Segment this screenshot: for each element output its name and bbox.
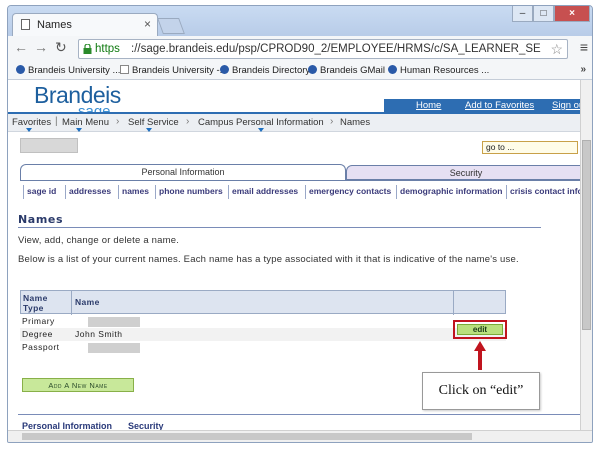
browser-shell: Names × – □ × ← → ↻ https ://sage.brande…: [7, 5, 593, 443]
description-text: Below is a list of your current names. E…: [18, 254, 519, 265]
subnav-emergency-contacts[interactable]: emergency contacts: [305, 185, 394, 199]
brandeis-icon: [16, 65, 25, 74]
breadcrumb-main-menu[interactable]: Main Menu: [62, 117, 109, 128]
brandeis-icon: [388, 65, 397, 74]
bookmark-item[interactable]: Brandeis University ...: [16, 65, 120, 76]
bookmark-item[interactable]: Brandeis University -...: [120, 65, 228, 76]
horizontal-scrollbar[interactable]: [8, 430, 592, 442]
subnav-sage-id[interactable]: sage id: [23, 185, 59, 199]
url-text: ://sage.brandeis.edu/psp/CPROD90_2/EMPLO…: [131, 43, 541, 55]
home-link[interactable]: Home: [416, 100, 441, 111]
chevron-right-icon: ›: [186, 116, 190, 127]
breadcrumb-campus-personal-information[interactable]: Campus Personal Information: [198, 117, 324, 128]
page-icon: [21, 19, 30, 30]
column-header-name: Name: [75, 297, 100, 307]
brandeis-icon: [308, 65, 317, 74]
tab-title: Names: [37, 19, 72, 31]
bookmark-item[interactable]: Human Resources ...: [388, 65, 489, 76]
divider: [18, 227, 541, 228]
table-header: Name Type Name: [20, 290, 506, 315]
redacted-name: [88, 343, 140, 353]
new-tab-button[interactable]: [157, 18, 185, 34]
edit-button[interactable]: edit: [457, 324, 503, 335]
bookmarks-bar: Brandeis University ... Brandeis Univers…: [8, 62, 592, 80]
back-icon[interactable]: ←: [14, 39, 28, 55]
name-type-cell: Primary: [22, 316, 55, 326]
column-divider: [71, 291, 72, 315]
divider: [18, 414, 584, 415]
scroll-thumb[interactable]: [22, 433, 472, 440]
nav-bar: ← → ↻ https ://sage.brandeis.edu/psp/CPR…: [8, 36, 592, 62]
page-title: Names: [18, 213, 64, 226]
table-row: Primary: [20, 315, 506, 328]
menu-icon[interactable]: ≡: [580, 39, 588, 55]
chevron-right-icon: ›: [116, 116, 120, 127]
add-to-favorites-link[interactable]: Add to Favorites: [465, 100, 534, 111]
reload-icon[interactable]: ↻: [55, 39, 67, 56]
dropdown-arrow-icon: [146, 128, 152, 132]
breadcrumb: Favorites | Main Menu › Self Service › C…: [8, 114, 592, 132]
url-scheme: https: [95, 43, 120, 55]
dropdown-arrow-icon: [26, 128, 32, 132]
subnav-demographic-information[interactable]: demographic information: [396, 185, 505, 199]
name-type-cell: Passport: [22, 342, 60, 352]
lock-icon: [83, 44, 92, 54]
column-header-name-type: Name Type: [23, 293, 48, 313]
subnav-phone-numbers[interactable]: phone numbers: [155, 185, 226, 199]
table-row: Degree John Smith: [20, 328, 506, 341]
tab-personal-information[interactable]: Personal Information: [20, 164, 346, 180]
breadcrumb-self-service[interactable]: Self Service: [128, 117, 179, 128]
add-new-name-button[interactable]: Add A New Name: [22, 378, 134, 392]
minimize-icon[interactable]: –: [512, 6, 533, 22]
brandeis-icon: [220, 65, 229, 74]
browser-window: Names × – □ × ← → ↻ https ://sage.brande…: [0, 0, 600, 452]
bookmark-item[interactable]: Brandeis GMail: [308, 65, 385, 76]
intro-text: View, add, change or delete a name.: [18, 235, 180, 246]
bookmark-item[interactable]: Brandeis Directory: [220, 65, 310, 76]
vertical-scrollbar[interactable]: [580, 80, 592, 432]
sub-navigation: sage id addresses names phone numbers em…: [20, 180, 586, 202]
breadcrumb-names: Names: [340, 117, 371, 128]
address-bar[interactable]: https ://sage.brandeis.edu/psp/CPROD90_2…: [78, 39, 568, 59]
close-tab-icon[interactable]: ×: [144, 17, 151, 31]
window-controls: – □ ×: [512, 6, 590, 22]
instruction-callout: Click on “edit”: [422, 372, 540, 410]
forward-icon[interactable]: →: [34, 39, 48, 55]
subnav-crisis-contact-info[interactable]: crisis contact info: [506, 185, 586, 199]
column-divider: [453, 291, 454, 315]
page-icon: [120, 65, 129, 74]
table-row: Passport: [20, 341, 506, 354]
bookmark-star-icon[interactable]: ☆: [550, 41, 563, 58]
redacted-name: [88, 317, 140, 327]
close-window-icon[interactable]: ×: [554, 6, 590, 22]
name-cell: John Smith: [75, 329, 123, 339]
scroll-thumb[interactable]: [582, 140, 591, 330]
name-type-cell: Degree: [22, 329, 53, 339]
tab-strip: Names × – □ ×: [8, 6, 592, 36]
arrow-stem: [478, 350, 482, 370]
page-viewport: Brandeis sage Home Add to Favorites Sign…: [8, 80, 592, 432]
dropdown-arrow-icon: [258, 128, 264, 132]
maximize-icon[interactable]: □: [533, 6, 554, 22]
subnav-names[interactable]: names: [118, 185, 152, 199]
breadcrumb-favorites[interactable]: Favorites: [12, 117, 51, 128]
bookmarks-more-icon[interactable]: »: [580, 64, 586, 75]
separator: |: [55, 116, 58, 127]
subnav-email-addresses[interactable]: email addresses: [228, 185, 301, 199]
hidden-button[interactable]: [20, 138, 78, 153]
go-to-select[interactable]: go to ...: [482, 141, 578, 154]
tab-security[interactable]: Security: [346, 165, 586, 180]
chevron-right-icon: ›: [330, 116, 334, 127]
tab-names[interactable]: Names ×: [12, 13, 158, 36]
dropdown-arrow-icon: [76, 128, 82, 132]
subnav-addresses[interactable]: addresses: [65, 185, 114, 199]
